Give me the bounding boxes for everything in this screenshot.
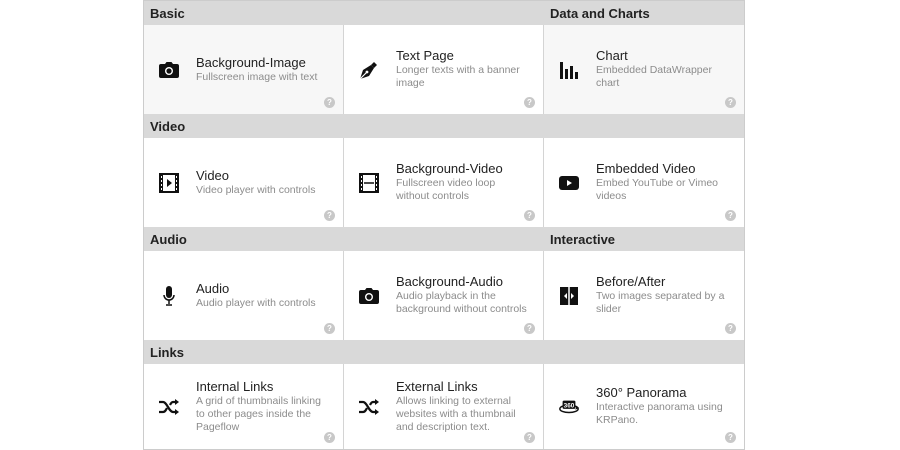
tile-title: Audio [196, 280, 230, 296]
tile-description: Video player with controls [196, 183, 316, 196]
tile-title: Internal Links [196, 378, 274, 394]
tile-description: Fullscreen image with text [196, 70, 318, 83]
tile-before-after[interactable]: Before/After Two images separated by a s… [544, 251, 744, 340]
tile-external-links[interactable]: External Links Allows linking to externa… [344, 364, 544, 449]
bar-chart-icon [558, 59, 580, 81]
film-play-icon [158, 172, 180, 194]
help-icon[interactable]: ? [324, 432, 335, 443]
film-icon [358, 172, 380, 194]
tile-audio[interactable]: Audio Audio player with controls ? [144, 251, 344, 340]
tile-embedded-video[interactable]: Embedded Video Embed YouTube or Vimeo vi… [544, 138, 744, 227]
tile-description: Embedded DataWrapper chart [596, 64, 712, 89]
tile-title: Background-Image [196, 54, 306, 70]
help-icon[interactable]: ? [324, 97, 335, 108]
tile-panorama[interactable]: 360 360° Panorama Interactive panorama u… [544, 364, 744, 449]
tile-title: Video [196, 167, 230, 183]
svg-text:360: 360 [564, 402, 575, 409]
tile-background-audio[interactable]: Background-Audio Audio playback in the b… [344, 251, 544, 340]
tile-description: Audio player with controls [196, 296, 316, 309]
tile-chart[interactable]: Chart Embedded DataWrapper chart ? [544, 25, 744, 114]
tile-title: Background-Audio [396, 274, 503, 289]
tile-text-page[interactable]: Text Page Longer texts with a banner ima… [344, 25, 544, 114]
tile-video[interactable]: Video Video player with controls ? [144, 138, 344, 227]
tile-title: Text Page [396, 48, 454, 63]
shuffle-icon [158, 396, 180, 418]
section-header-interactive: Interactive [544, 227, 744, 251]
tile-title: Chart [596, 48, 628, 63]
tile-description: Longer texts with a banner image [396, 64, 520, 89]
tile-internal-links[interactable]: Internal Links A grid of thumbnails link… [144, 364, 344, 449]
section-header-empty [544, 340, 744, 364]
tile-description: A grid of thumbnails linking to other pa… [196, 394, 321, 433]
tile-description: Fullscreen video loop without controls [396, 177, 496, 202]
tile-description: Two images separated by a slider [596, 290, 725, 315]
help-icon[interactable]: ? [725, 210, 736, 221]
tile-title: External Links [396, 378, 478, 394]
section-header-audio: Audio [144, 227, 544, 251]
youtube-icon [558, 172, 580, 194]
camera-icon [158, 59, 180, 81]
page-type-grid: Basic Data and Charts Background-Image F… [143, 0, 745, 450]
shuffle-icon [358, 396, 380, 418]
help-icon[interactable]: ? [324, 323, 335, 334]
help-icon[interactable]: ? [524, 210, 535, 221]
section-header-video: Video [144, 114, 744, 138]
tile-description: Audio playback in the background without… [396, 290, 527, 315]
tile-background-image[interactable]: Background-Image Fullscreen image with t… [144, 25, 344, 114]
tile-background-video[interactable]: Background-Video Fullscreen video loop w… [344, 138, 544, 227]
before-after-icon [558, 285, 580, 307]
tile-title: Embedded Video [596, 161, 696, 176]
section-header-data-and-charts: Data and Charts [544, 1, 744, 25]
tile-title: Before/After [596, 274, 666, 289]
tile-title: Background-Video [396, 161, 503, 176]
help-icon[interactable]: ? [524, 432, 535, 443]
tile-title: 360° Panorama [596, 385, 687, 400]
help-icon[interactable]: ? [324, 210, 335, 221]
help-icon[interactable]: ? [725, 323, 736, 334]
section-header-basic: Basic [144, 1, 544, 25]
microphone-icon [158, 285, 180, 307]
tile-description: Interactive panorama using KRPano. [596, 401, 723, 426]
section-header-links: Links [144, 340, 544, 364]
tile-description: Allows linking to external websites with… [396, 394, 516, 433]
pen-nib-icon [358, 59, 380, 81]
help-icon[interactable]: ? [725, 432, 736, 443]
help-icon[interactable]: ? [524, 323, 535, 334]
panorama-360-icon: 360 [558, 396, 580, 418]
help-icon[interactable]: ? [725, 97, 736, 108]
help-icon[interactable]: ? [524, 97, 535, 108]
camera-icon [358, 285, 380, 307]
tile-description: Embed YouTube or Vimeo videos [596, 177, 719, 202]
